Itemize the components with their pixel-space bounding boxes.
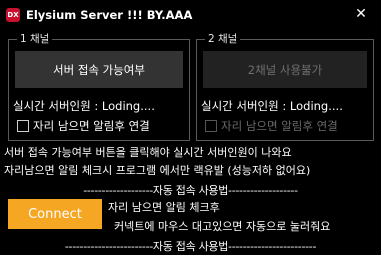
connect-button[interactable]: Connect xyxy=(8,199,102,229)
auto-connect-separator-bottom: ------------------------자동 접속 사용법-------… xyxy=(64,240,317,253)
channel-2-users: 실시간 서버인원 : Loding.... xyxy=(201,99,343,113)
channel-2-group: 2 채널 2채널 사용불가 실시간 서버인원 : Loding.... 자리 남… xyxy=(196,32,374,141)
app-icon: DX xyxy=(6,8,20,22)
channel-1-users: 실시간 서버인원 : Loding.... xyxy=(13,99,155,113)
auto-connect-desc-1: 자리 남으면 알림 체크후 xyxy=(108,201,220,214)
checkbox-icon xyxy=(205,120,217,132)
info-line-1: 서버 접속 가능여부 버튼을 클릭해야 실시간 서버인원이 나와요 xyxy=(4,146,292,159)
checkbox-icon[interactable] xyxy=(17,120,29,132)
auto-connect-separator-top: -------------------자동 접속 사용법------------… xyxy=(83,184,298,197)
info-line-2: 자리남으면 알림 체크시 프로그램 에서만 랙유발 (성능저하 없어요) xyxy=(4,164,311,177)
channel-1-group: 1 채널 서버 접속 가능여부 실시간 서버인원 : Loding.... 자리… xyxy=(8,32,190,141)
channel-2-notify-label: 자리 남으면 알림후 연결 xyxy=(221,119,338,133)
server-status-button[interactable]: 서버 접속 가능여부 xyxy=(15,51,183,88)
close-icon[interactable]: ✕ xyxy=(353,6,369,22)
channel-1-notify-label: 자리 남으면 알림후 연결 xyxy=(33,119,150,133)
channel-2-notify-checkbox: 자리 남으면 알림후 연결 xyxy=(205,118,338,134)
channel-1-notify-checkbox[interactable]: 자리 남으면 알림후 연결 xyxy=(17,118,150,134)
window-title: Elysium Server !!! BY.AAA xyxy=(26,8,193,22)
channel-2-unavailable-button: 2채널 사용불가 xyxy=(203,51,367,88)
title-bar: DX Elysium Server !!! BY.AAA ✕ xyxy=(0,0,381,30)
channel-2-label: 2 채널 xyxy=(205,32,241,46)
channel-1-label: 1 채널 xyxy=(17,32,53,46)
auto-connect-desc-2: 커넥트에 마우스 대고있으면 자동으로 눌러줘요 xyxy=(114,220,331,233)
